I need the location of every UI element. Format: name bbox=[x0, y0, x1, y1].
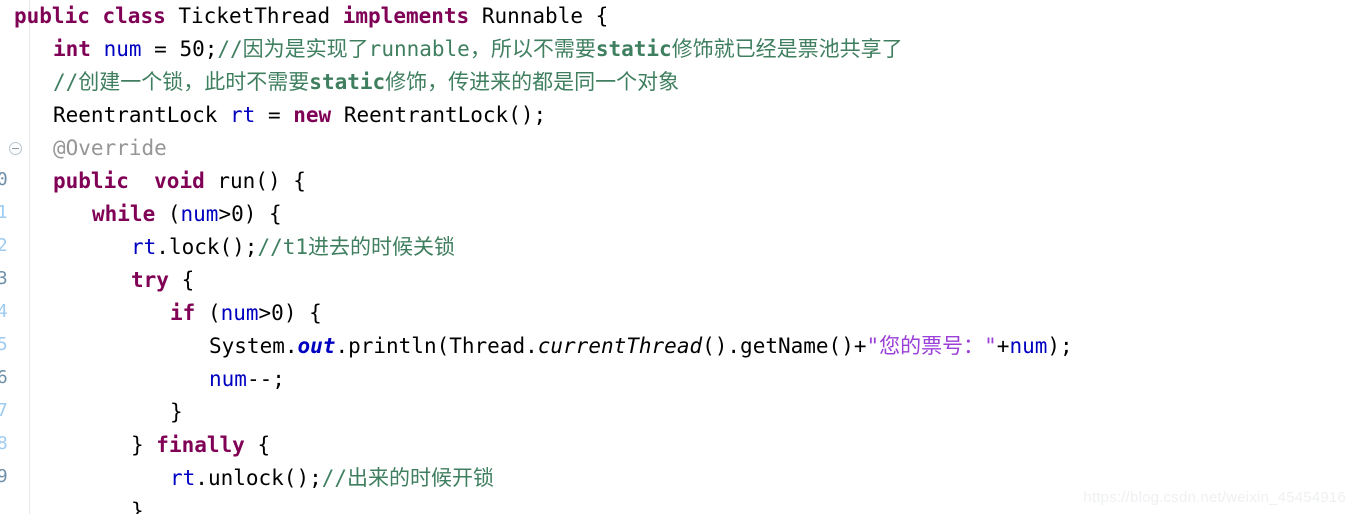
code-token-kw: finally bbox=[156, 433, 245, 457]
code-line[interactable]: rt.lock();//t1进去的时候关锁 bbox=[0, 231, 455, 264]
code-token-pl: System. bbox=[209, 334, 298, 358]
code-token-cmt: //t1进去的时候关锁 bbox=[257, 235, 456, 259]
watermark: https://blog.csdn.net/weixin_45454916 bbox=[1083, 489, 1346, 506]
code-token-str: "您的票号：" bbox=[866, 334, 997, 358]
code-token-pl: >0) { bbox=[258, 301, 322, 325]
code-token-pl: ( bbox=[155, 202, 181, 226]
code-token-pl: ReentrantLock bbox=[53, 103, 231, 127]
code-line[interactable]: } bbox=[0, 396, 183, 429]
code-token-pl: } bbox=[170, 400, 183, 424]
code-token-kw: void bbox=[154, 169, 205, 193]
code-token-pl: TicketThread bbox=[165, 4, 343, 28]
code-token-cmt: //创建一个锁，此时不需要 bbox=[53, 70, 310, 94]
code-line[interactable]: //创建一个锁，此时不需要static修饰，传进来的都是同一个对象 bbox=[0, 66, 679, 99]
code-token-fld: num bbox=[1009, 334, 1048, 358]
code-token-pl: } bbox=[131, 433, 157, 457]
code-token-fld: rt bbox=[170, 466, 196, 490]
code-line[interactable]: } finally { bbox=[0, 429, 270, 462]
code-line[interactable]: if (num>0) { bbox=[0, 297, 322, 330]
code-token-fld: num bbox=[209, 367, 247, 391]
code-token-pl: >0) { bbox=[218, 202, 282, 226]
code-token-cmt: //出来的时候开锁 bbox=[321, 466, 495, 490]
code-line[interactable]: } bbox=[0, 495, 144, 514]
code-token-pl: ().getName()+ bbox=[702, 334, 867, 358]
code-line[interactable]: public void run() { bbox=[0, 165, 306, 198]
code-token-kw: public bbox=[53, 169, 129, 193]
code-token-cmt: //因为是实现了runnable，所以不需要 bbox=[217, 37, 596, 61]
code-token-pl: ReentrantLock(); bbox=[331, 103, 547, 127]
code-token-pl: { bbox=[168, 268, 195, 292]
code-token-fld: rt bbox=[230, 103, 256, 127]
code-token-fld: num bbox=[103, 37, 142, 61]
code-token-pl: ); bbox=[1047, 334, 1073, 358]
code-line[interactable]: System.out.println(Thread.currentThread(… bbox=[0, 330, 1073, 363]
code-line[interactable]: while (num>0) { bbox=[0, 198, 282, 231]
code-token-kw: int bbox=[53, 37, 91, 61]
code-token-pl: run() { bbox=[204, 169, 306, 193]
code-token-pl: = bbox=[255, 103, 294, 127]
code-token-cmt-b: static bbox=[309, 70, 386, 94]
code-line[interactable]: @Override bbox=[0, 132, 167, 165]
code-token-pl: + bbox=[996, 334, 1010, 358]
code-token-kw: implements bbox=[342, 4, 470, 28]
code-token-pl: } bbox=[131, 499, 144, 514]
code-token-pl: Runnable { bbox=[469, 4, 609, 28]
code-token-cmt: 修饰，传进来的都是同一个对象 bbox=[385, 70, 680, 94]
code-line[interactable]: num--; bbox=[0, 363, 285, 396]
code-token-kw: class bbox=[102, 4, 166, 28]
code-token-fld: num bbox=[220, 301, 259, 325]
code-token-smth: currentThread bbox=[537, 334, 703, 358]
code-token-cmt-b: static bbox=[595, 37, 672, 61]
code-token-pl: = 50; bbox=[141, 37, 218, 61]
code-content[interactable]: public class TicketThread implements Run… bbox=[0, 0, 1354, 514]
code-token-kw: public bbox=[14, 4, 90, 28]
code-token-kw: try bbox=[131, 268, 169, 292]
code-token-pl: ( bbox=[195, 301, 221, 325]
code-line[interactable]: ReentrantLock rt = new ReentrantLock(); bbox=[0, 99, 546, 132]
code-token-fld: num bbox=[180, 202, 219, 226]
code-token-cmt: 修饰就已经是票池共享了 bbox=[671, 37, 903, 61]
code-line[interactable]: int num = 50;//因为是实现了runnable，所以不需要stati… bbox=[0, 33, 903, 66]
code-line[interactable]: public class TicketThread implements Run… bbox=[0, 0, 608, 33]
code-token-pl: .println(Thread. bbox=[335, 334, 538, 358]
code-line[interactable]: rt.unlock();//出来的时候开锁 bbox=[0, 462, 494, 495]
code-token-pl: { bbox=[244, 433, 271, 457]
code-token-kw: while bbox=[92, 202, 156, 226]
code-token-kw: new bbox=[293, 103, 332, 127]
code-token-fld: rt bbox=[131, 235, 157, 259]
code-token-sfld: out bbox=[297, 334, 336, 358]
code-token-pl: .unlock(); bbox=[195, 466, 322, 490]
code-token-pl: --; bbox=[246, 367, 285, 391]
code-token-pl: .lock(); bbox=[156, 235, 258, 259]
code-token-kw: if bbox=[170, 301, 196, 325]
code-editor[interactable]: 5678910111213141516171819 public class T… bbox=[0, 0, 1354, 514]
code-line[interactable]: try { bbox=[0, 264, 194, 297]
code-token-ann: @Override bbox=[53, 136, 167, 160]
